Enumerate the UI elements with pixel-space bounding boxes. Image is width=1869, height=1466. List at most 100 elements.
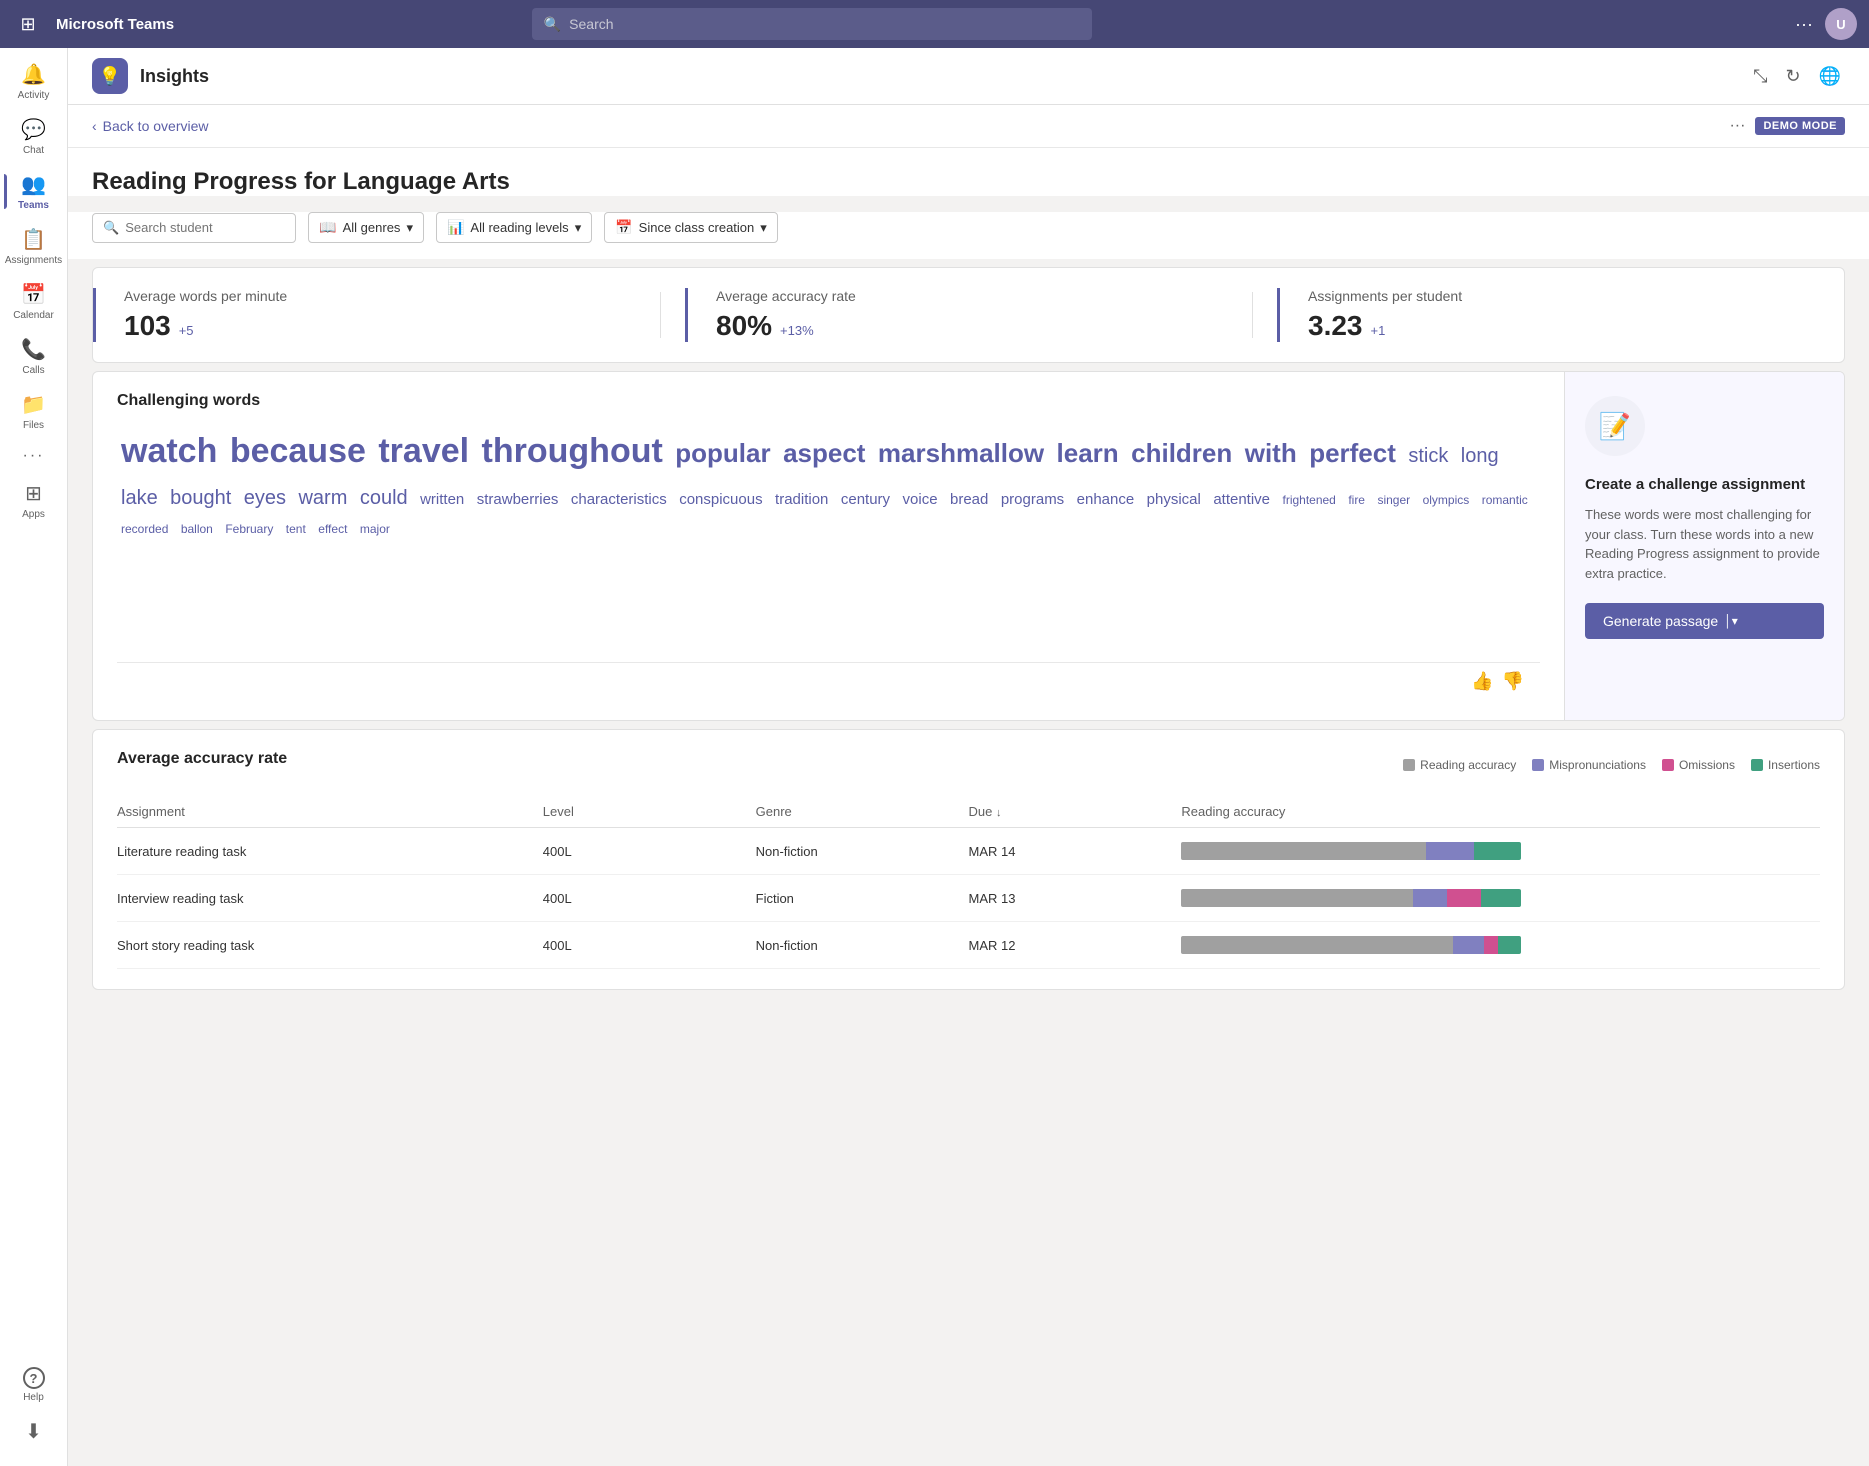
- word-learn[interactable]: learn: [1053, 431, 1123, 477]
- word-effect[interactable]: effect: [314, 518, 351, 541]
- word-voice[interactable]: voice: [899, 486, 942, 514]
- globe-icon[interactable]: 🌐: [1815, 62, 1845, 91]
- word-tent[interactable]: tent: [282, 518, 310, 541]
- topbar: ⊞ Microsoft Teams 🔍 ··· U: [0, 0, 1869, 48]
- word-watch[interactable]: watch: [117, 422, 221, 480]
- word-fire[interactable]: fire: [1344, 489, 1369, 512]
- page-title: Reading Progress for Language Arts: [92, 168, 1845, 196]
- wordcloud-title: Challenging words: [117, 392, 1540, 410]
- sidebar-label-help: Help: [23, 1392, 44, 1403]
- word-lake[interactable]: lake: [117, 480, 162, 516]
- word-marshmallow[interactable]: marshmallow: [874, 431, 1048, 477]
- back-label: Back to overview: [103, 118, 209, 134]
- word-romantic[interactable]: romantic: [1478, 489, 1532, 512]
- sidebar-item-activity[interactable]: 🔔 Activity: [4, 56, 64, 107]
- generate-dropdown-icon: │▾: [1724, 614, 1738, 628]
- word-with[interactable]: with: [1241, 431, 1301, 477]
- word-eyes[interactable]: eyes: [240, 480, 290, 516]
- word-singer[interactable]: singer: [1373, 489, 1414, 512]
- minimize-icon[interactable]: ⤡: [1749, 62, 1771, 91]
- sidebar-item-files[interactable]: 📁 Files: [4, 386, 64, 437]
- table-cell: Literature reading task: [117, 844, 543, 859]
- table-row[interactable]: Literature reading task400LNon-fictionMA…: [117, 828, 1820, 875]
- word-perfect[interactable]: perfect: [1305, 431, 1400, 477]
- legend: Reading accuracyMispronunciationsOmissio…: [1403, 758, 1820, 772]
- table-cell: Interview reading task: [117, 891, 543, 906]
- scroll-area[interactable]: ‹ Back to overview ··· DEMO MODE Reading…: [68, 105, 1869, 1466]
- word-conspicuous[interactable]: conspicuous: [675, 486, 766, 514]
- avatar[interactable]: U: [1825, 8, 1857, 40]
- date-range-filter-button[interactable]: 📅 Since class creation ▾: [604, 212, 778, 243]
- sidebar-item-calls[interactable]: 📞 Calls: [4, 331, 64, 382]
- sidebar-label-activity: Activity: [18, 90, 50, 101]
- word-bought[interactable]: bought: [166, 480, 235, 516]
- genres-filter-button[interactable]: 📖 All genres ▾: [308, 212, 424, 243]
- more-options-button[interactable]: ···: [1729, 117, 1745, 135]
- word-throughout[interactable]: throughout: [478, 422, 667, 480]
- word-physical[interactable]: physical: [1143, 486, 1205, 514]
- word-aspect[interactable]: aspect: [779, 431, 869, 477]
- stat-accuracy-label: Average accuracy rate: [716, 288, 1224, 304]
- legend-color: [1403, 759, 1415, 771]
- word-enhance[interactable]: enhance: [1073, 486, 1139, 514]
- table-header: AssignmentLevelGenreDue ↓Reading accurac…: [117, 796, 1820, 828]
- word-olympics[interactable]: olympics: [1419, 489, 1474, 512]
- table-cell: Fiction: [756, 891, 969, 906]
- sidebar-item-apps[interactable]: ⊞ Apps: [4, 475, 64, 526]
- word-century[interactable]: century: [837, 486, 894, 514]
- bar-segment: [1481, 889, 1522, 907]
- word-major[interactable]: major: [356, 518, 394, 541]
- bar-segment: [1453, 936, 1484, 954]
- search-bar[interactable]: 🔍: [532, 8, 1092, 40]
- bar-segment: [1181, 889, 1412, 907]
- word-february[interactable]: February: [221, 518, 277, 541]
- word-characteristics[interactable]: characteristics: [567, 486, 671, 514]
- word-long[interactable]: long: [1457, 438, 1503, 474]
- word-frightened[interactable]: frightened: [1278, 489, 1339, 512]
- grid-icon[interactable]: ⊞: [12, 14, 44, 35]
- word-ballon[interactable]: ballon: [177, 518, 217, 541]
- word-recorded[interactable]: recorded: [117, 518, 172, 541]
- sidebar-label-chat: Chat: [23, 145, 44, 156]
- word-because[interactable]: because: [226, 422, 370, 480]
- sidebar-item-more[interactable]: ···: [4, 441, 64, 471]
- word-programs[interactable]: programs: [997, 486, 1068, 514]
- word-written[interactable]: written: [416, 486, 468, 514]
- word-tradition[interactable]: tradition: [771, 486, 832, 514]
- back-to-overview-link[interactable]: ‹ Back to overview: [92, 118, 209, 134]
- search-input[interactable]: [569, 16, 1080, 32]
- word-popular[interactable]: popular: [671, 431, 774, 477]
- sidebar-item-calendar[interactable]: 📅 Calendar: [4, 276, 64, 327]
- thumbs-down-button[interactable]: 👎: [1502, 671, 1524, 692]
- sidebar-item-help[interactable]: ? Help: [4, 1361, 64, 1409]
- accuracy-section: Average accuracy rate Reading accuracyMi…: [92, 729, 1845, 990]
- reading-accuracy-bar: [1181, 936, 1820, 954]
- generate-label: Generate passage: [1603, 613, 1718, 629]
- legend-item: Mispronunciations: [1532, 758, 1646, 772]
- stat-divider-2: [1252, 292, 1253, 338]
- topbar-more-icon[interactable]: ···: [1795, 14, 1813, 35]
- table-header-cell[interactable]: Due ↓: [969, 804, 1182, 819]
- word-could[interactable]: could: [356, 480, 412, 516]
- thumbs-up-button[interactable]: 👍: [1471, 671, 1493, 692]
- sidebar-item-teams[interactable]: 👥 Teams: [4, 166, 64, 217]
- table-row[interactable]: Interview reading task400LFictionMAR 13: [117, 875, 1820, 922]
- sidebar-item-chat[interactable]: 💬 Chat: [4, 111, 64, 162]
- generate-passage-button[interactable]: Generate passage │▾: [1585, 603, 1824, 639]
- wordcloud-left: Challenging words watch because travel t…: [93, 372, 1564, 720]
- word-attentive[interactable]: attentive: [1209, 486, 1274, 514]
- table-header-cell: Reading accuracy: [1181, 804, 1820, 819]
- word-children[interactable]: children: [1127, 431, 1236, 477]
- word-stick[interactable]: stick: [1404, 438, 1452, 474]
- word-warm[interactable]: warm: [294, 480, 351, 516]
- sidebar-item-assignments[interactable]: 📋 Assignments: [4, 221, 64, 272]
- word-travel[interactable]: travel: [374, 422, 473, 480]
- refresh-icon[interactable]: ↻: [1781, 62, 1804, 91]
- sidebar-item-download[interactable]: ⬇: [4, 1413, 64, 1450]
- search-student-input[interactable]: [125, 220, 285, 235]
- table-row[interactable]: Short story reading task400LNon-fictionM…: [117, 922, 1820, 969]
- search-student-wrapper[interactable]: 🔍: [92, 213, 296, 243]
- word-strawberries[interactable]: strawberries: [473, 486, 563, 514]
- word-bread[interactable]: bread: [946, 486, 992, 514]
- reading-levels-filter-button[interactable]: 📊 All reading levels ▾: [436, 212, 592, 243]
